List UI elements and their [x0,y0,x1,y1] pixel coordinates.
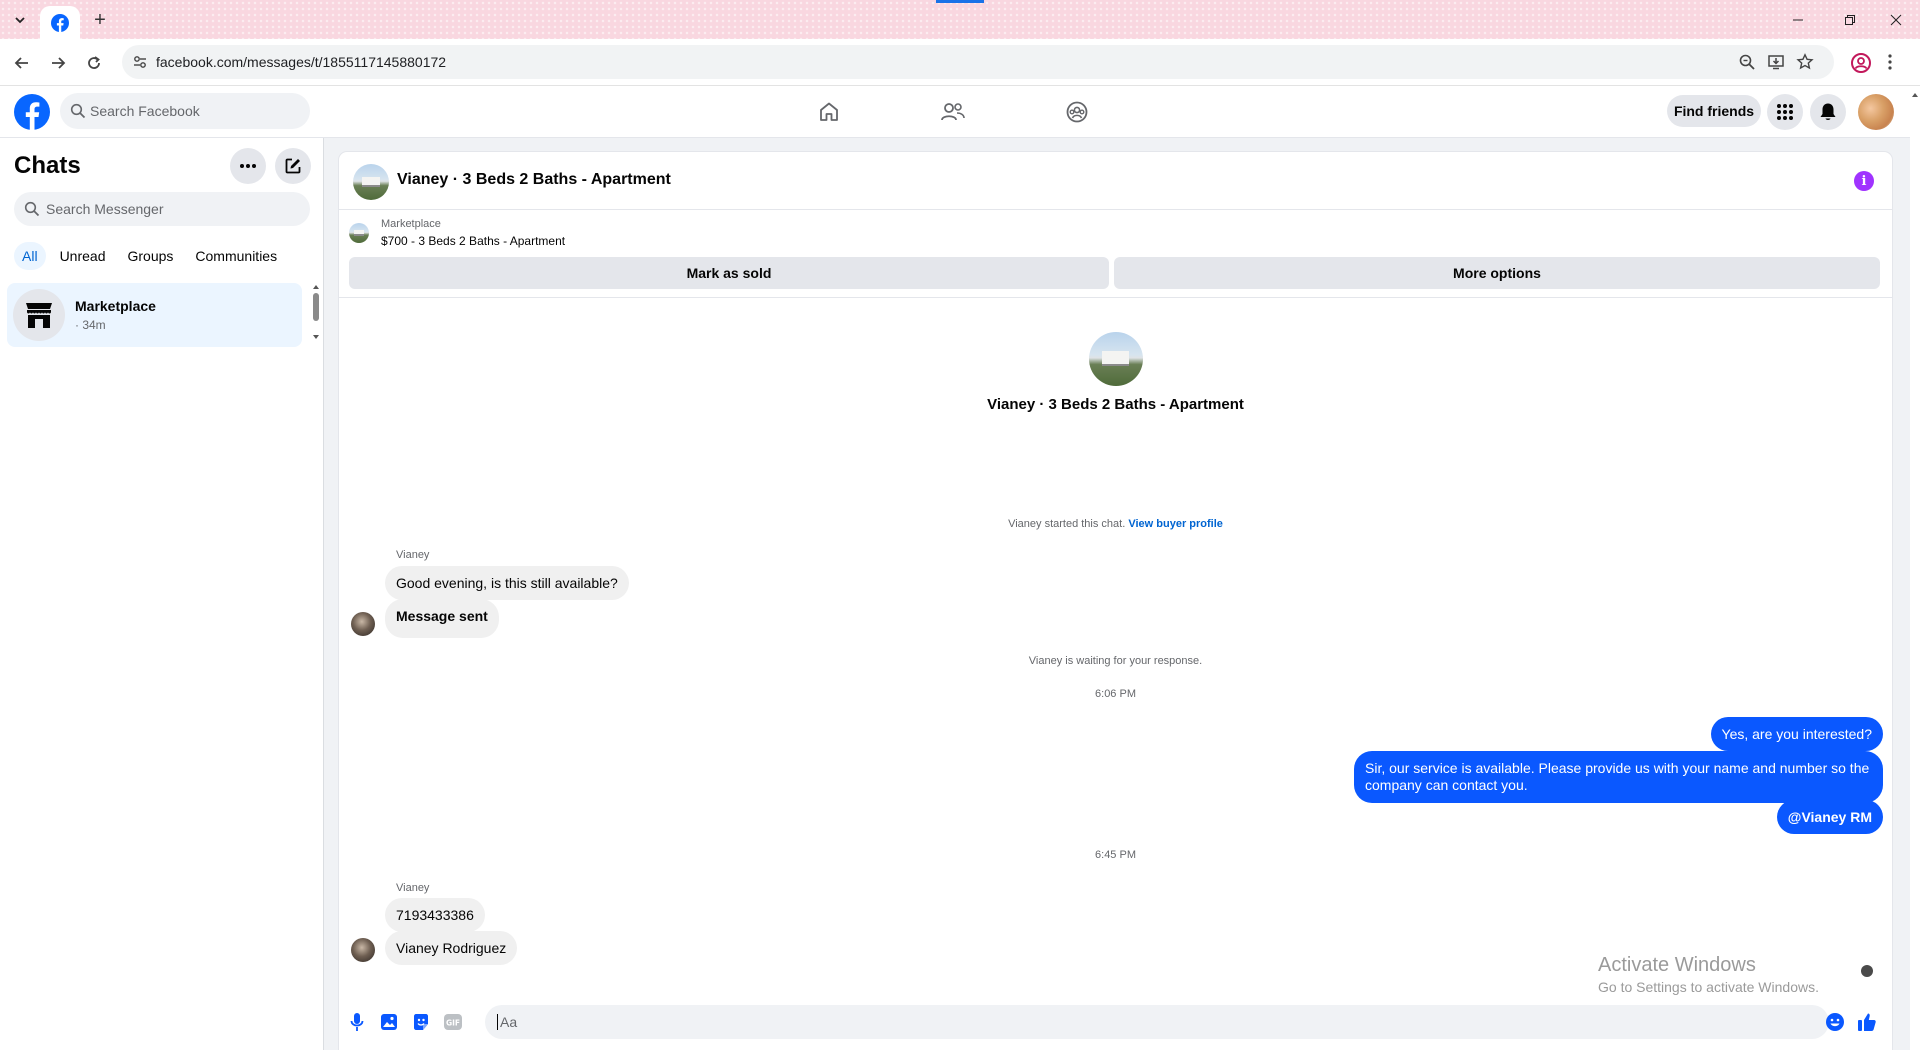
floating-chat-head[interactable] [1861,965,1873,977]
filter-tab-communities[interactable]: Communities [187,242,285,270]
message-composer: GIF Aa [339,994,1892,1050]
chat-started-text: Vianey started this chat. [1008,518,1126,530]
filter-tab-unread[interactable]: Unread [52,242,114,270]
new-message-compose-icon[interactable] [275,148,311,184]
conversation-profile-header: Vianey · 3 Beds 2 Baths - Apartment [339,332,1892,413]
chat-list-scrollbar[interactable] [309,283,323,341]
browser-menu-icon[interactable] [1888,53,1892,71]
conversation-title[interactable]: Vianey · 3 Beds 2 Baths - Apartment [397,171,671,189]
sender-name: Vianey [396,882,430,894]
conversation-panel: Vianey · 3 Beds 2 Baths - Apartment i Ma… [339,152,1892,1050]
message-input-placeholder: Aa [497,1014,517,1030]
url-text: facebook.com/messages/t/1855117145880172 [156,54,447,70]
incoming-message[interactable]: Message sent [385,599,499,638]
browser-toolbar: facebook.com/messages/t/1855117145880172 [0,39,1920,86]
listing-small-thumbnail [349,223,369,243]
new-tab-button[interactable]: + [88,9,112,31]
chats-title: Chats [14,152,81,179]
sticker-icon[interactable] [411,1012,431,1032]
sender-name: Vianey [396,549,430,561]
browser-profile-icon[interactable] [1850,52,1872,74]
outgoing-message[interactable]: Yes, are you interested? [1710,717,1883,751]
chats-sidebar: Chats Search Messenger All Unread Groups… [0,138,324,1050]
watermark-title: Activate Windows [1598,954,1756,976]
tab-drag-indicator [936,0,984,3]
search-icon [70,103,86,119]
gif-icon[interactable]: GIF [443,1012,463,1032]
incoming-message[interactable]: Vianey Rodriguez [385,931,518,965]
incoming-message[interactable]: Good evening, is this still available? [385,566,629,600]
more-options-button[interactable]: More options [1114,257,1880,289]
close-window-button[interactable] [1878,8,1914,32]
view-buyer-profile-link[interactable]: View buyer profile [1128,518,1223,530]
profile-name: Vianey · 3 Beds 2 Baths - Apartment [987,396,1244,413]
mark-as-sold-button[interactable]: Mark as sold [349,257,1109,289]
account-avatar[interactable] [1858,94,1894,130]
emoji-icon[interactable] [1825,1012,1845,1032]
watermark-subtitle: Go to Settings to activate Windows. [1598,979,1819,995]
facebook-search-placeholder: Search Facebook [90,103,200,119]
chat-list-item-marketplace[interactable]: Marketplace · 34m [7,283,302,347]
browser-tab-facebook[interactable] [40,6,80,39]
filter-tab-groups[interactable]: Groups [119,242,181,270]
find-friends-button[interactable]: Find friends [1667,95,1761,127]
browser-tab-bar: + [0,0,1920,39]
bookmark-star-icon[interactable] [1796,53,1814,71]
back-button[interactable] [10,51,34,75]
marketplace-listing-bar: Marketplace $700 - 3 Beds 2 Baths - Apar… [339,210,1892,298]
sender-avatar[interactable] [351,938,375,962]
conversation-header: Vianey · 3 Beds 2 Baths - Apartment i [339,152,1892,210]
listing-profile-image[interactable] [1088,332,1143,386]
groups-icon[interactable] [1063,98,1091,126]
messenger-search-input[interactable]: Search Messenger [14,192,310,226]
conversation-info-icon[interactable]: i [1854,171,1874,191]
marketplace-store-icon [13,289,65,341]
sender-avatar[interactable] [351,612,375,636]
message-input[interactable]: Aa [485,1005,1829,1039]
attach-photo-icon[interactable] [379,1012,399,1032]
listing-thumbnail[interactable] [353,164,389,200]
address-bar[interactable]: facebook.com/messages/t/1855117145880172 [122,45,1834,79]
thumbs-up-like-icon[interactable] [1857,1012,1877,1032]
chat-time: · 34m [75,318,106,332]
home-icon[interactable] [815,98,843,126]
chat-filter-tabs: All Unread Groups Communities [14,242,285,270]
forward-button[interactable] [46,51,70,75]
filter-tab-all[interactable]: All [14,242,46,270]
site-info-icon[interactable] [132,54,148,70]
facebook-favicon-icon [51,13,69,32]
friends-icon[interactable] [939,98,967,126]
voice-clip-mic-icon[interactable] [347,1012,367,1032]
zoom-icon[interactable] [1738,53,1756,71]
facebook-logo-icon[interactable] [14,94,50,130]
chat-name: Marketplace [75,298,156,314]
tab-search-chevron-icon[interactable] [8,9,32,31]
page-scrollbar[interactable] [1910,86,1920,1050]
facebook-search-input[interactable]: Search Facebook [60,93,310,129]
chat-options-ellipsis-icon[interactable] [230,148,266,184]
activate-windows-watermark: Activate Windows Go to Settings to activ… [1598,954,1819,995]
menu-grid-icon[interactable] [1767,94,1803,130]
install-app-icon[interactable] [1767,53,1785,71]
outgoing-mention-message[interactable]: @Vianey RM [1776,800,1883,834]
notifications-bell-icon[interactable] [1810,94,1846,130]
timestamp: 6:06 PM [1095,688,1136,700]
listing-price-title[interactable]: $700 - 3 Beds 2 Baths - Apartment [381,234,565,248]
outgoing-message[interactable]: Sir, our service is available. Please pr… [1354,751,1883,803]
marketplace-label: Marketplace [381,218,441,230]
facebook-top-bar: Search Facebook Find friends [0,86,1910,138]
minimize-window-button[interactable] [1780,8,1816,32]
reload-button[interactable] [82,51,106,75]
search-icon [24,201,40,217]
incoming-message[interactable]: 7193433386 [385,898,485,932]
messenger-search-placeholder: Search Messenger [46,201,164,217]
timestamp: 6:45 PM [1095,849,1136,861]
waiting-notice: Vianey is waiting for your response. [1028,655,1203,667]
restore-window-button[interactable] [1832,8,1868,32]
svg-text:GIF: GIF [446,1019,460,1028]
chat-started-notice: Vianey started this chat. View buyer pro… [339,518,1892,530]
